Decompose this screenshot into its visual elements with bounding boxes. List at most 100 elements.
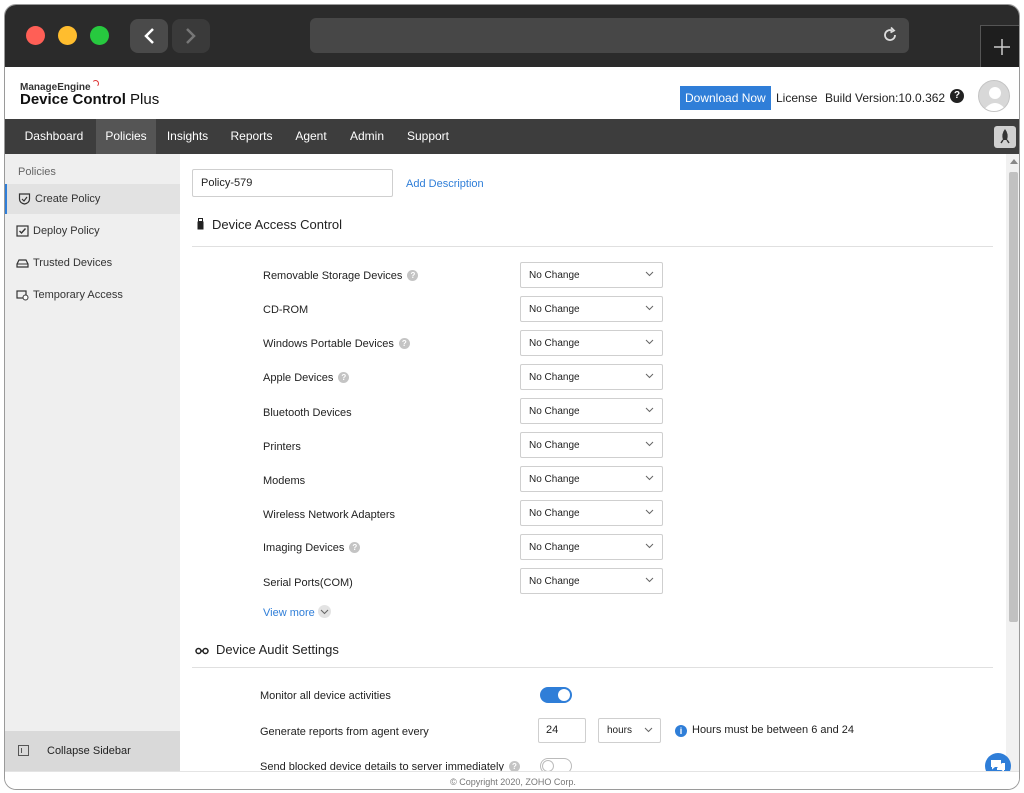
row-label-serial-ports: Serial Ports(COM) [263, 577, 353, 589]
chevron-down-icon [317, 605, 331, 618]
user-silhouette-icon [983, 87, 1007, 111]
removable-storage-select[interactable]: No Change [520, 262, 663, 288]
cd-rom-select[interactable]: No Change [520, 296, 663, 322]
help-icon[interactable]: ? [508, 761, 520, 771]
nav-dashboard[interactable]: Dashboard [17, 119, 91, 154]
temporary-access-icon [16, 290, 29, 301]
chevron-down-icon [645, 441, 654, 447]
reports-info-message: i Hours must be between 6 and 24 [675, 724, 854, 737]
toggle-knob [558, 689, 570, 701]
help-icon[interactable]: ? [338, 372, 350, 383]
serial-ports-select[interactable]: No Change [520, 568, 663, 594]
new-tab-button[interactable] [980, 25, 1019, 67]
nav-support[interactable]: Support [401, 119, 455, 154]
imaging-devices-select[interactable]: No Change [520, 534, 663, 560]
chevron-left-icon [144, 28, 154, 44]
app-header: ManageEngine Device Control Plus Downloa… [5, 67, 1019, 119]
chevron-down-icon [645, 271, 654, 277]
rocket-icon [1000, 129, 1010, 144]
collapse-icon [18, 745, 29, 756]
apple-devices-select[interactable]: No Change [520, 364, 663, 390]
plus-icon [994, 39, 1010, 55]
chevron-down-icon [645, 543, 654, 549]
divider [192, 667, 993, 668]
help-icon[interactable]: ? [349, 542, 361, 553]
vertical-scrollbar[interactable] [1006, 154, 1019, 771]
row-label-windows-portable: Windows Portable Devices? [263, 338, 410, 350]
sidebar-item-label: Temporary Access [33, 289, 123, 301]
main-content: Policy-579 Add Description Device Access… [180, 154, 1006, 771]
collapse-sidebar-button[interactable]: Collapse Sidebar [5, 731, 180, 771]
policy-name-input[interactable]: Policy-579 [192, 169, 393, 197]
collapse-sidebar-label: Collapse Sidebar [47, 745, 131, 757]
minimize-window-button[interactable] [58, 26, 77, 45]
row-label-apple-devices: Apple Devices? [263, 372, 350, 384]
forward-button[interactable] [172, 19, 210, 53]
user-avatar[interactable] [978, 80, 1010, 112]
chevron-down-icon [645, 373, 654, 379]
modems-select[interactable]: No Change [520, 466, 663, 492]
row-label-modems: Modems [263, 475, 306, 487]
close-window-button[interactable] [26, 26, 45, 45]
wireless-adapters-select[interactable]: No Change [520, 500, 663, 526]
build-version: Build Version:10.0.362 [825, 91, 946, 105]
send-blocked-toggle[interactable] [540, 758, 572, 771]
browser-window: ManageEngine Device Control Plus Downloa… [4, 4, 1020, 790]
report-unit-select[interactable]: hours [598, 718, 661, 743]
chevron-down-icon [645, 407, 654, 413]
scrollbar-thumb[interactable] [1009, 172, 1018, 622]
brand-product: Device Control Plus [20, 91, 160, 108]
nav-policies[interactable]: Policies [96, 119, 156, 154]
audit-link-icon [195, 647, 209, 655]
sidebar-item-deploy-policy[interactable]: Deploy Policy [5, 216, 180, 246]
sidebar-item-label: Create Policy [35, 193, 101, 205]
help-icon[interactable]: ? [950, 89, 964, 103]
printers-select[interactable]: No Change [520, 432, 663, 458]
help-icon[interactable]: ? [407, 270, 419, 281]
browser-toolbar [5, 5, 1019, 67]
chevron-down-icon [645, 339, 654, 345]
generate-reports-label: Generate reports from agent every [260, 726, 429, 738]
chevron-right-icon [186, 28, 196, 44]
sidebar-item-temporary-access[interactable]: Temporary Access [5, 280, 180, 310]
nav-insights[interactable]: Insights [162, 119, 213, 154]
bluetooth-select[interactable]: No Change [520, 398, 663, 424]
license-link[interactable]: License [776, 91, 817, 105]
row-label-removable-storage: Removable Storage Devices? [263, 270, 419, 282]
divider [192, 246, 993, 247]
device-access-control-heading: Device Access Control [197, 217, 342, 232]
sidebar-item-label: Deploy Policy [33, 225, 100, 237]
deploy-check-icon [16, 225, 29, 237]
shield-check-icon [18, 193, 31, 205]
add-description-link[interactable]: Add Description [406, 178, 484, 190]
usb-drive-icon [197, 218, 204, 230]
chevron-down-icon [645, 509, 654, 515]
main-nav: Dashboard Policies Insights Reports Agen… [5, 119, 1019, 154]
windows-portable-select[interactable]: No Change [520, 330, 663, 356]
back-button[interactable] [130, 19, 168, 53]
sidebar-item-trusted-devices[interactable]: Trusted Devices [5, 248, 180, 278]
monitor-activities-label: Monitor all device activities [260, 690, 391, 702]
nav-admin[interactable]: Admin [345, 119, 389, 154]
download-now-button[interactable]: Download Now [680, 86, 771, 110]
scroll-up-arrow-icon[interactable] [1010, 159, 1018, 164]
info-icon: i [675, 725, 687, 737]
address-bar[interactable] [310, 18, 909, 53]
sidebar-title: Policies [18, 166, 56, 178]
row-label-imaging-devices: Imaging Devices? [263, 542, 361, 554]
device-audit-settings-heading: Device Audit Settings [195, 642, 339, 657]
sidebar-item-create-policy[interactable]: Create Policy [5, 184, 180, 214]
nav-agent[interactable]: Agent [289, 119, 333, 154]
nav-reports[interactable]: Reports [225, 119, 278, 154]
maximize-window-button[interactable] [90, 26, 109, 45]
view-more-link[interactable]: View more [263, 605, 331, 619]
monitor-activities-toggle[interactable] [540, 687, 572, 703]
footer: © Copyright 2020, ZOHO Corp. [5, 771, 1019, 789]
row-label-bluetooth: Bluetooth Devices [263, 407, 352, 419]
reload-icon[interactable] [881, 26, 899, 44]
rocket-button[interactable] [994, 126, 1016, 148]
report-interval-input[interactable]: 24 [538, 718, 586, 743]
help-icon[interactable]: ? [398, 338, 410, 349]
chevron-down-icon [645, 475, 654, 481]
row-label-cd-rom: CD-ROM [263, 304, 309, 316]
